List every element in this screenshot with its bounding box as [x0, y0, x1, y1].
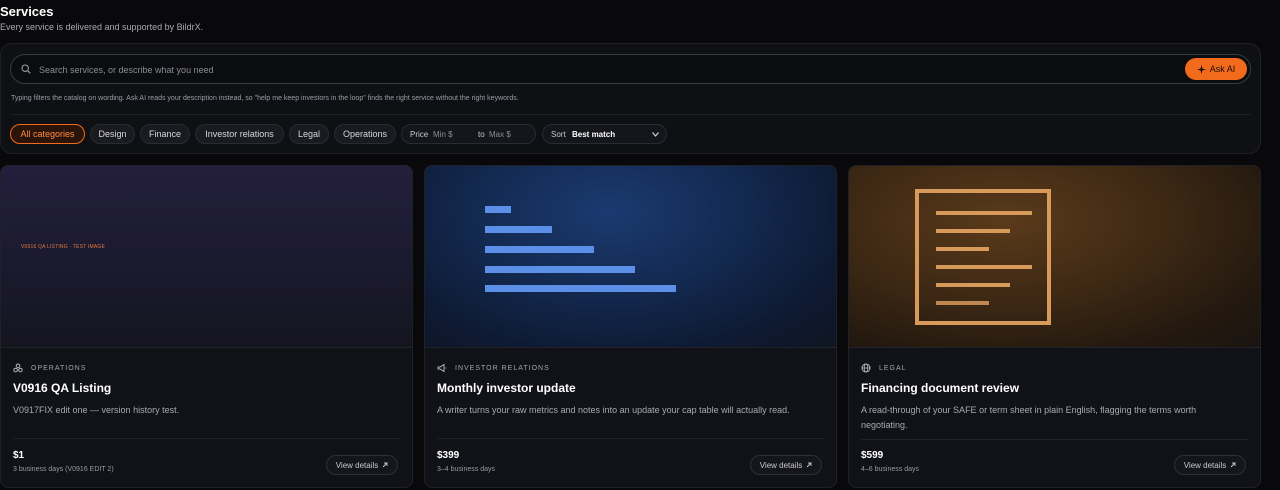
view-details-button[interactable]: View details: [1174, 455, 1246, 475]
card-description: A writer turns your raw metrics and note…: [437, 405, 790, 415]
divider: [1, 347, 412, 348]
search-hint: Typing filters the catalog on wording. A…: [11, 95, 519, 102]
chip-all-categories[interactable]: All categories: [10, 124, 85, 144]
divider: [849, 347, 1260, 348]
card-category-label: LEGAL: [879, 364, 907, 372]
service-card[interactable]: LEGAL Financing document review A read-t…: [848, 165, 1261, 488]
hero-bar: [485, 246, 594, 253]
card-title: Monthly investor update: [437, 381, 576, 395]
view-details-button[interactable]: View details: [750, 455, 822, 475]
card-hero-image: [425, 166, 836, 347]
globe-icon: [861, 363, 871, 373]
search-bar[interactable]: Ask AI: [10, 54, 1251, 84]
hero-bar: [485, 285, 676, 292]
arrow-up-right-icon: [382, 462, 388, 468]
hero-text: V0916 QA LISTING · TEST IMAGE: [21, 244, 105, 250]
card-category-label: INVESTOR RELATIONS: [455, 364, 550, 372]
service-card[interactable]: V0916 QA LISTING · TEST IMAGE OPERATIONS…: [0, 165, 413, 488]
hero-bar: [485, 226, 552, 233]
page-title: Services: [0, 4, 54, 19]
sort-select[interactable]: Sort Best match: [542, 124, 667, 144]
arrow-up-right-icon: [806, 462, 812, 468]
view-details-label: View details: [1183, 460, 1227, 470]
search-icon: [21, 64, 31, 74]
ask-ai-button[interactable]: Ask AI: [1185, 58, 1247, 80]
divider: [861, 439, 1249, 440]
search-input[interactable]: [37, 60, 1141, 80]
view-details-label: View details: [335, 460, 379, 470]
card-price: $399: [437, 450, 460, 461]
card-delivery-time: 3–4 business days: [437, 466, 495, 473]
chevron-down-icon: [652, 132, 659, 137]
card-delivery-time: 4–6 business days: [861, 466, 919, 473]
card-delivery-time: 3 business days (V0916 EDIT 2): [13, 466, 114, 473]
divider: [437, 438, 825, 439]
card-category: INVESTOR RELATIONS: [437, 363, 550, 373]
divider: [10, 114, 1251, 115]
search-panel: Ask AI Typing filters the catalog on wor…: [0, 43, 1261, 154]
card-category: LEGAL: [861, 363, 907, 373]
chip-legal[interactable]: Legal: [289, 124, 329, 144]
price-label: Price: [410, 130, 429, 139]
min-price-input[interactable]: Min $: [433, 130, 453, 139]
max-price-input[interactable]: Max $: [489, 130, 511, 139]
hero-bar: [485, 266, 635, 273]
card-category-label: OPERATIONS: [31, 364, 87, 372]
chip-investor-relations[interactable]: Investor relations: [195, 124, 284, 144]
chip-finance[interactable]: Finance: [140, 124, 190, 144]
ask-ai-label: Ask AI: [1209, 64, 1236, 74]
megaphone-icon: [437, 363, 447, 373]
sort-label: Sort: [551, 130, 566, 139]
card-price: $1: [13, 450, 25, 461]
card-description: V0917FIX edit one — version history test…: [13, 405, 180, 415]
hero-bar: [485, 206, 511, 213]
chip-design[interactable]: Design: [90, 124, 135, 144]
card-description: A read-through of your SAFE or term shee…: [861, 405, 1197, 430]
sort-value: Best match: [572, 130, 616, 139]
service-card[interactable]: INVESTOR RELATIONS Monthly investor upda…: [424, 165, 837, 488]
card-category: OPERATIONS: [13, 363, 86, 373]
card-hero-image: [849, 166, 1260, 347]
price-to-label: to: [478, 130, 485, 139]
card-hero-image: V0916 QA LISTING · TEST IMAGE: [1, 166, 412, 347]
sparkle-icon: [1196, 64, 1206, 74]
divider: [13, 438, 401, 439]
card-title: V0916 QA Listing: [13, 381, 112, 395]
view-details-label: View details: [759, 460, 803, 470]
operations-icon: [13, 363, 23, 373]
chip-operations[interactable]: Operations: [334, 124, 396, 144]
document-icon: [915, 189, 1051, 325]
view-details-button[interactable]: View details: [326, 455, 398, 475]
price-filter: Price Min $ to Max $: [401, 124, 536, 144]
divider: [425, 347, 836, 348]
arrow-up-right-icon: [1230, 462, 1236, 468]
card-price: $599: [861, 450, 884, 461]
card-title: Financing document review: [861, 381, 1020, 395]
page-subtitle: Every service is delivered and supported…: [0, 22, 204, 32]
